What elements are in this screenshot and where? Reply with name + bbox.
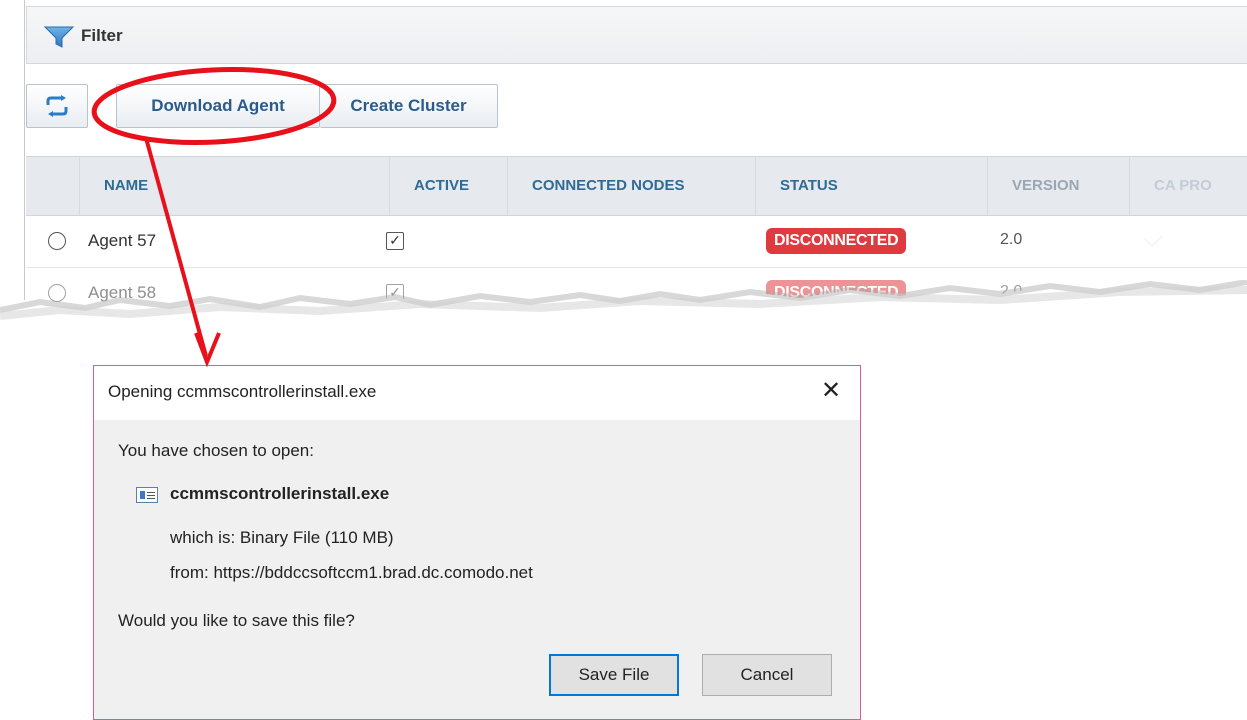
filter-icon xyxy=(43,26,75,48)
select-column-header xyxy=(26,157,80,215)
save-question: Would you like to save this file? xyxy=(118,611,355,630)
agent-name: Agent 57 xyxy=(88,231,157,250)
dialog-title: Opening ccmmscontrollerinstall.exe xyxy=(108,382,377,401)
refresh-icon xyxy=(46,95,68,117)
left-border xyxy=(24,0,25,300)
download-agent-button[interactable]: Download Agent xyxy=(116,84,320,128)
refresh-button[interactable] xyxy=(26,84,88,128)
filter-bar[interactable]: Filter xyxy=(26,6,1247,64)
filter-label: Filter xyxy=(81,26,123,45)
column-header-name[interactable]: NAME xyxy=(80,157,390,215)
column-header-active[interactable]: ACTIVE xyxy=(390,157,508,215)
create-cluster-button[interactable]: Create Cluster xyxy=(320,84,498,128)
status-badge: DISCONNECTED xyxy=(766,228,907,254)
dialog-title-bar[interactable]: Opening ccmmscontrollerinstall.exe ✕ xyxy=(94,366,860,420)
row-radio[interactable] xyxy=(48,232,66,250)
file-download-dialog: Opening ccmmscontrollerinstall.exe ✕ You… xyxy=(93,365,861,720)
check-icon xyxy=(1144,228,1163,247)
active-checkbox[interactable]: ✓ xyxy=(386,232,404,250)
file-type: which is: Binary File (110 MB) xyxy=(170,528,394,547)
column-header-status[interactable]: STATUS xyxy=(756,157,988,215)
column-header-connected-nodes[interactable]: CONNECTED NODES xyxy=(508,157,756,215)
close-icon[interactable]: ✕ xyxy=(816,376,846,406)
table-row[interactable]: Agent 57 ✓ DISCONNECTED 2.0 xyxy=(26,216,1247,268)
column-header-version[interactable]: VERSION xyxy=(988,157,1130,215)
save-file-button[interactable]: Save File xyxy=(549,654,679,696)
column-header-ca-pro[interactable]: CA PRO xyxy=(1130,157,1247,215)
file-icon xyxy=(136,487,158,503)
table-header: NAME ACTIVE CONNECTED NODES STATUS VERSI… xyxy=(26,156,1247,216)
file-name: ccmmscontrollerinstall.exe xyxy=(170,484,390,503)
agent-version: 2.0 xyxy=(1000,231,1023,248)
torn-page-edge xyxy=(0,280,1247,360)
cancel-button[interactable]: Cancel xyxy=(702,654,832,696)
chosen-to-open-text: You have chosen to open: xyxy=(118,441,314,460)
file-source: from: https://bddccsoftccm1.brad.dc.como… xyxy=(170,563,533,582)
